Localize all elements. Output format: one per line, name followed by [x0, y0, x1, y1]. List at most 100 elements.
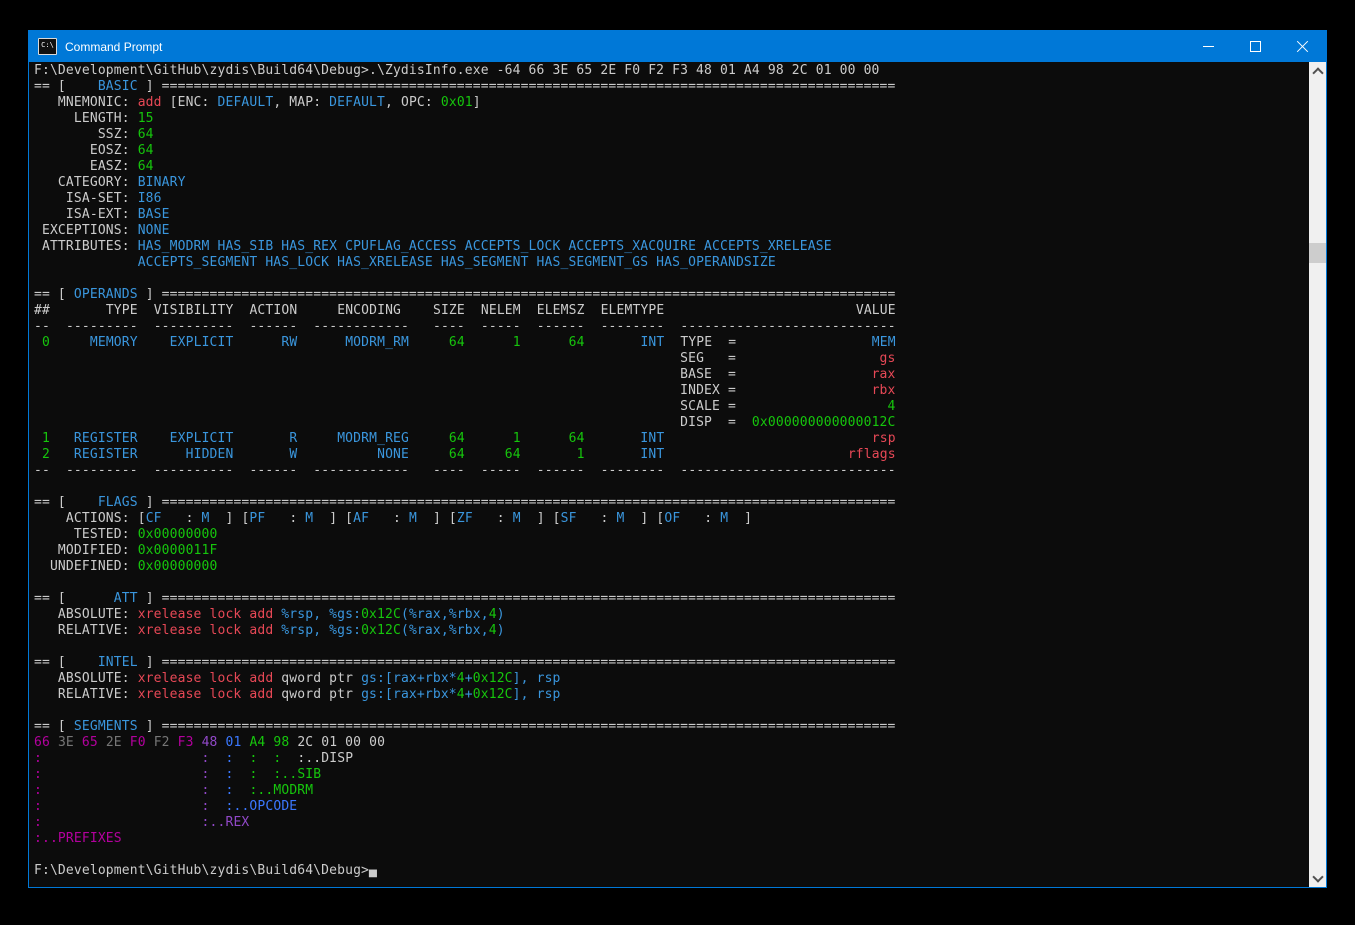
console-text-segment: 1 — [513, 431, 521, 446]
console-text-segment: SF — [561, 511, 577, 526]
console-text-segment — [50, 463, 66, 478]
console-output[interactable]: F:\Development\GitHub\zydis\Build64\Debu… — [29, 62, 1309, 887]
scroll-down-button[interactable] — [1309, 870, 1326, 887]
console-text-segment: :..PREFIXES — [34, 831, 122, 846]
console-text-segment — [521, 431, 569, 446]
console-text-segment: ] — [728, 511, 752, 526]
console-text-segment: == [ — [34, 591, 66, 606]
console-text-segment — [409, 463, 433, 478]
console-text-segment: 0x000000000000012C — [752, 415, 896, 430]
cmd-icon[interactable]: C:\ — [38, 38, 57, 55]
console-text-segment: 64 — [505, 447, 521, 462]
scroll-up-button[interactable] — [1309, 62, 1326, 79]
window-controls — [1185, 31, 1326, 62]
console-text-segment: VALUE — [856, 303, 896, 318]
console-text-segment: 64 — [138, 127, 154, 142]
console-text-segment — [50, 431, 74, 446]
console-text-segment: ------------ — [313, 463, 409, 478]
console-text-segment: ------ — [249, 319, 297, 334]
console-line: SSZ: 64 — [34, 127, 1309, 143]
console-text-segment: : — [34, 783, 42, 798]
console-text-segment: ] — [138, 591, 162, 606]
console-text-segment: ------ — [537, 319, 585, 334]
console-text-segment: VISIBILITY — [154, 303, 234, 318]
console-text-segment: :..OPCODE — [225, 799, 297, 814]
console-text-segment: 64 — [138, 143, 154, 158]
console-text-segment: CF — [146, 511, 162, 526]
console-text-segment: RW — [281, 335, 297, 350]
maximize-icon — [1250, 41, 1261, 52]
console-text-segment: ATT — [66, 591, 138, 606]
console-text-segment: 01 — [226, 735, 250, 750]
console-text-segment: HAS_MODRM HAS_SIB HAS_REX CPUFLAG_ACCESS… — [138, 239, 832, 254]
titlebar[interactable]: C:\ Command Prompt — [29, 31, 1326, 62]
console-text-segment: xrelease lock add — [138, 623, 274, 638]
console-text-segment: ACTION — [249, 303, 297, 318]
console-text-segment: ] — [138, 655, 162, 670]
console-text-segment: ] [ — [521, 511, 561, 526]
console-text-segment — [50, 319, 66, 334]
scrollbar-thumb[interactable] — [1309, 243, 1326, 263]
maximize-button[interactable] — [1232, 31, 1279, 62]
console-line — [34, 703, 1309, 719]
console-text-segment: : — [34, 799, 42, 814]
console-text-segment — [521, 463, 537, 478]
console-line: SEG = gs — [34, 351, 1309, 367]
console-line: == [ BASIC ] ===========================… — [34, 79, 1309, 95]
console-line: SCALE = 4 — [34, 399, 1309, 415]
console-text-segment — [521, 303, 537, 318]
close-icon — [1296, 40, 1309, 53]
console-text-segment: ], rsp — [513, 687, 561, 702]
console-text-segment: 0x0000011F — [138, 543, 218, 558]
console-text-segment: ---------- — [154, 319, 234, 334]
console-line: INDEX = rbx — [34, 383, 1309, 399]
chevron-down-icon — [1312, 871, 1323, 882]
console-line: F:\Development\GitHub\zydis\Build64\Debu… — [34, 63, 1309, 79]
console-text-segment: --------- — [66, 319, 138, 334]
console-text-segment — [210, 767, 226, 782]
console-line: == [ ATT ] =============================… — [34, 591, 1309, 607]
console-text-segment — [409, 335, 449, 350]
console-text-segment: 64 — [138, 159, 154, 174]
console-text-segment: RELATIVE: — [34, 623, 138, 638]
console-text-segment — [34, 399, 680, 414]
console-line: == [ OPERANDS ] ========================… — [34, 287, 1309, 303]
console-text-segment: --------- — [66, 463, 138, 478]
console-text-segment: INT — [640, 447, 664, 462]
console-text-segment — [34, 335, 42, 350]
console-text-segment: ----- — [481, 319, 521, 334]
console-text-segment: ACTIONS: [ — [34, 511, 146, 526]
console-text-segment — [409, 447, 449, 462]
console-text-segment — [465, 463, 481, 478]
minimize-button[interactable] — [1185, 31, 1232, 62]
console-text-segment — [138, 431, 170, 446]
console-text-segment: ZF — [457, 511, 473, 526]
console-text-segment: : — [369, 511, 409, 526]
console-line: 0 MEMORY EXPLICIT RW MODRM_RM 64 1 64 IN… — [34, 335, 1309, 351]
console-text-segment: ========================================… — [162, 287, 896, 302]
scrollbar[interactable] — [1309, 62, 1326, 887]
console-text-segment: : — [202, 751, 210, 766]
close-button[interactable] — [1279, 31, 1326, 62]
console-text-segment: DEFAULT — [217, 95, 273, 110]
console-text-segment: %rsp, %gs: — [281, 607, 361, 622]
console-text-segment: == [ — [34, 495, 66, 510]
console-line: ISA-EXT: BASE — [34, 207, 1309, 223]
console-text-segment: ▄ — [369, 863, 377, 878]
console-text-segment: 98 — [273, 735, 297, 750]
console-text-segment: : — [162, 511, 202, 526]
console-text-segment — [297, 431, 337, 446]
console-line: == [ INTEL ] ===========================… — [34, 655, 1309, 671]
console-text-segment: ========================================… — [162, 591, 896, 606]
console-text-segment: ## — [34, 303, 50, 318]
console-line: MNEMONIC: add [ENC: DEFAULT, MAP: DEFAUL… — [34, 95, 1309, 111]
console-text-segment: ABSOLUTE: — [34, 607, 138, 622]
console-text-segment — [465, 335, 513, 350]
console-text-segment: M — [720, 511, 728, 526]
console-line: : : : :..MODRM — [34, 783, 1309, 799]
console-text-segment: xrelease lock add — [138, 671, 274, 686]
console-text-segment: 64 — [569, 431, 585, 446]
console-text-segment: 4 — [489, 607, 497, 622]
scrollbar-track[interactable] — [1309, 79, 1326, 870]
console-text-segment — [138, 447, 186, 462]
